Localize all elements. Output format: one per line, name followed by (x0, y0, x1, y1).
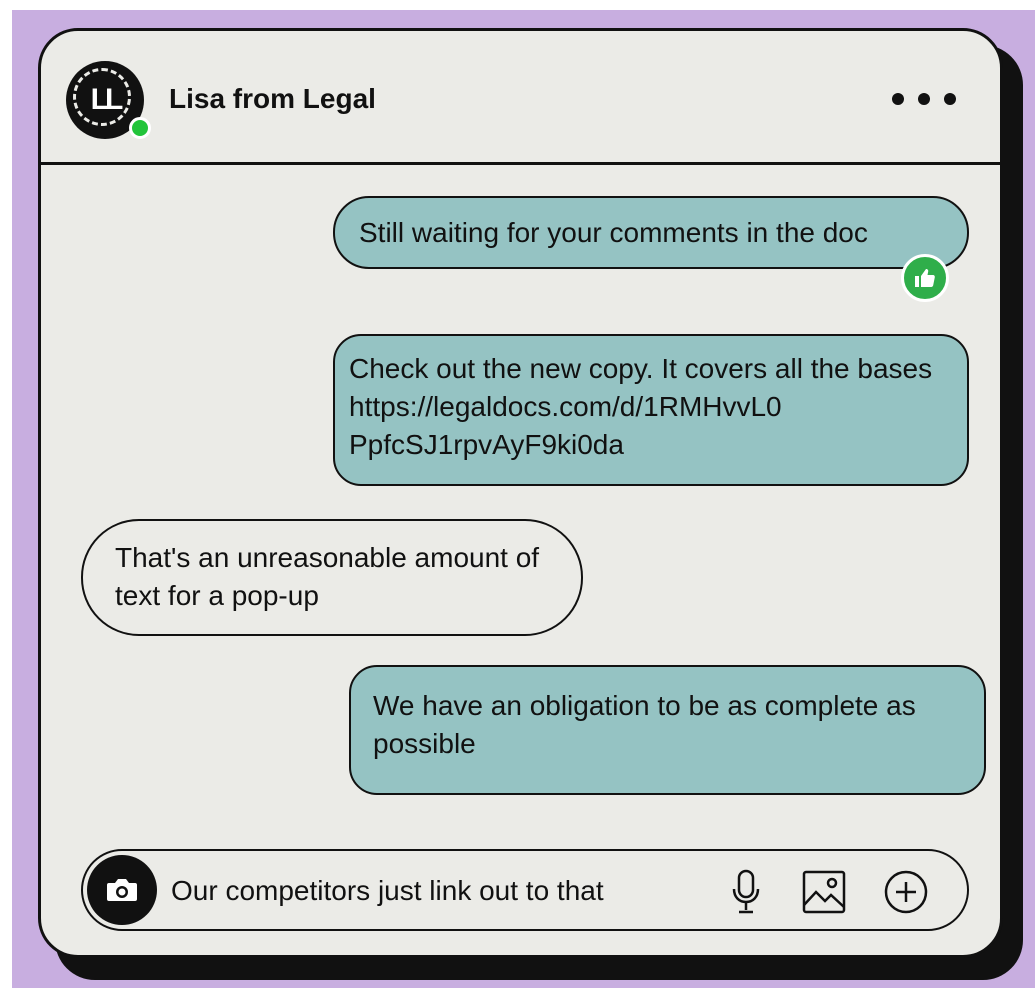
image-icon (802, 870, 846, 914)
message-bubble-sent[interactable]: Check out the new copy. It covers all th… (333, 334, 969, 486)
message-bubble-received[interactable]: That's an unreasonable amount of text fo… (81, 519, 583, 636)
camera-icon (107, 879, 137, 901)
message-bubble-sent[interactable]: Still waiting for your comments in the d… (333, 196, 969, 269)
plus-circle-icon (884, 870, 928, 914)
chat-header: LL Lisa from Legal (41, 31, 1000, 165)
camera-button[interactable] (87, 855, 157, 925)
microphone-icon (732, 869, 760, 914)
message-bubble-sent[interactable]: We have an obligation to be as complete … (349, 665, 986, 795)
chat-window: LL Lisa from Legal Still waiting for you… (38, 28, 1003, 958)
ellipsis-icon (892, 93, 904, 105)
ellipsis-icon-dot (918, 93, 930, 105)
more-options-button[interactable] (892, 85, 956, 113)
contact-name: Lisa from Legal (169, 83, 376, 114)
microphone-button[interactable] (723, 869, 769, 915)
message-input[interactable] (169, 861, 713, 921)
online-status-indicator (129, 117, 151, 139)
thumbs-up-icon[interactable] (901, 254, 949, 302)
add-attachment-button[interactable] (883, 869, 929, 915)
message-composer (81, 849, 969, 931)
image-button[interactable] (801, 869, 847, 915)
ellipsis-icon-dot (944, 93, 956, 105)
